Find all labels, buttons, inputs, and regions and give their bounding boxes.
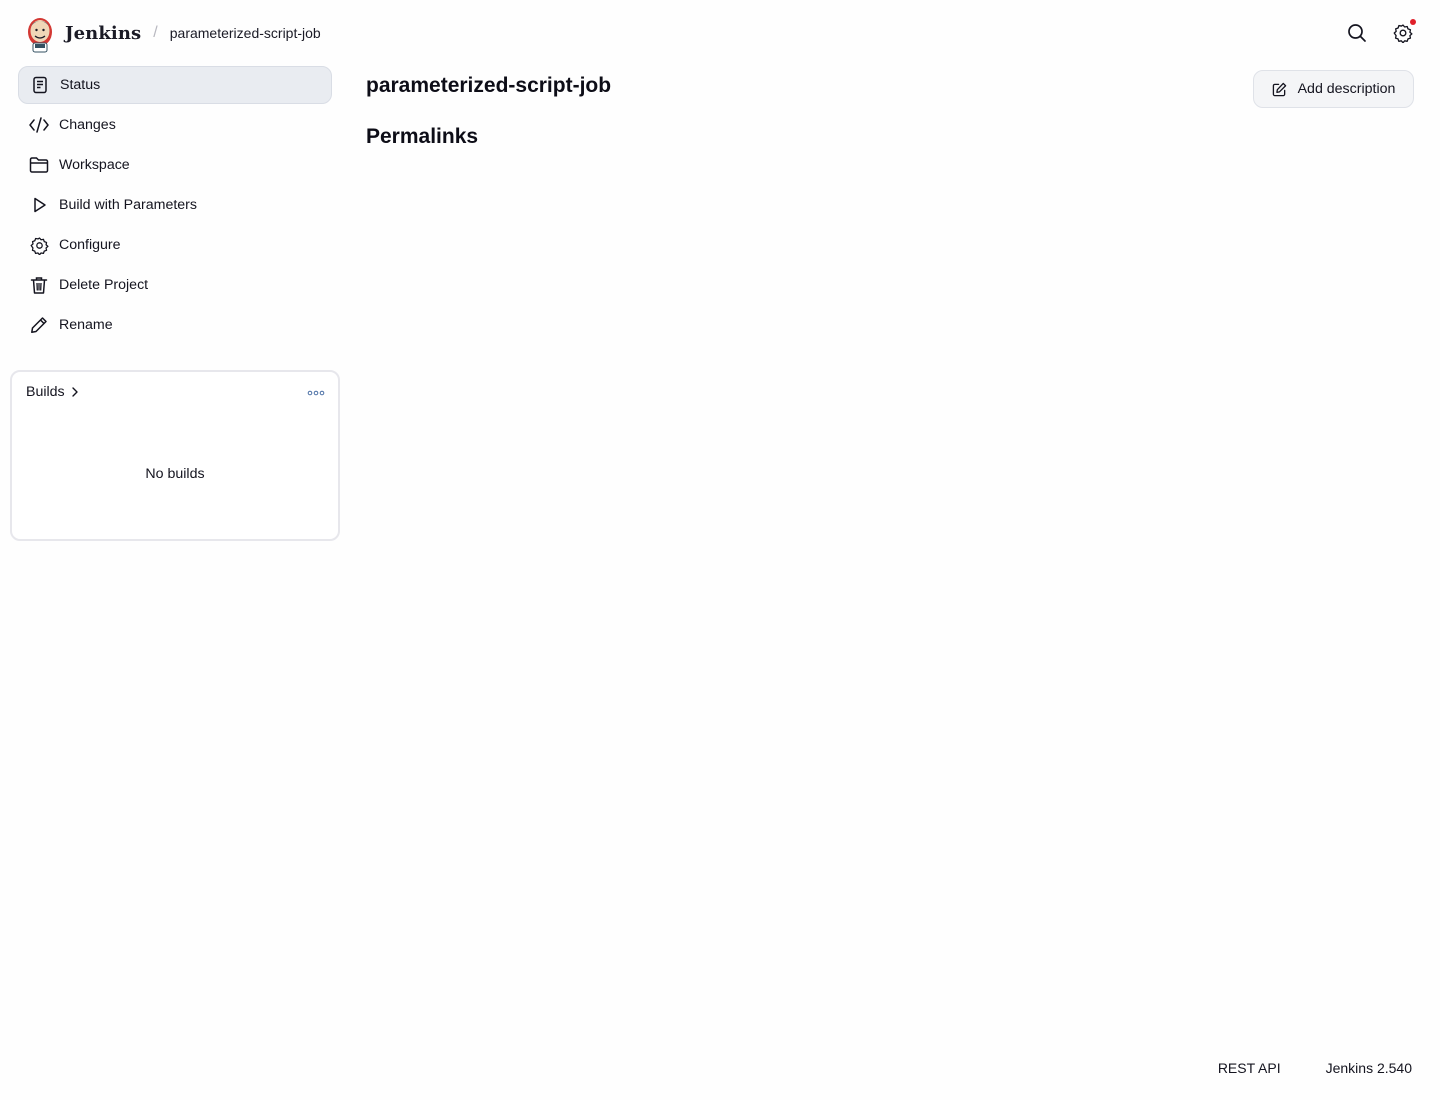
no-builds-message: No builds: [145, 466, 205, 482]
permalinks-heading: Permalinks: [366, 125, 479, 148]
edit-icon: [1272, 82, 1286, 96]
settings-gear-icon: [1393, 24, 1413, 43]
search-icon: [1348, 24, 1366, 42]
breadcrumb-job[interactable]: parameterized-script-job: [170, 25, 321, 41]
search-button[interactable]: [1344, 18, 1370, 48]
folder-icon: [29, 155, 49, 175]
sidebar-item-workspace[interactable]: Workspace: [18, 146, 332, 184]
code-brackets-icon: [29, 115, 49, 135]
builds-card: Builds No builds: [10, 370, 340, 541]
footer: REST API Jenkins 2.540: [1218, 1060, 1412, 1076]
sidebar-item-build-with-parameters[interactable]: Build with Parameters: [18, 186, 332, 224]
builds-more-button[interactable]: [306, 384, 326, 402]
sidebar-item-label: Configure: [59, 237, 121, 253]
add-description-label: Add description: [1297, 81, 1396, 97]
gear-icon: [29, 235, 49, 255]
sidebar: Status Changes Workspace Build with Para…: [18, 66, 332, 346]
header-actions: [1344, 18, 1416, 48]
sidebar-item-label: Delete Project: [59, 277, 149, 293]
play-icon: [29, 195, 49, 215]
sidebar-item-label: Changes: [59, 117, 116, 133]
notification-dot: [1410, 19, 1416, 25]
sidebar-item-delete-project[interactable]: Delete Project: [18, 266, 332, 304]
sidebar-item-changes[interactable]: Changes: [18, 106, 332, 144]
breadcrumb-separator: /: [153, 24, 158, 41]
builds-link[interactable]: Builds: [26, 384, 79, 400]
trash-icon: [29, 275, 49, 295]
sidebar-item-status[interactable]: Status: [18, 66, 332, 104]
sidebar-item-label: Status: [60, 77, 101, 93]
page-title: parameterized-script-job: [366, 74, 612, 97]
jenkins-logo-icon[interactable]: [24, 13, 56, 53]
version-link[interactable]: Jenkins 2.540: [1326, 1060, 1412, 1076]
sidebar-item-label: Workspace: [59, 157, 130, 173]
top-header: Jenkins / parameterized-script-job: [0, 0, 1440, 66]
more-dots-icon: [307, 390, 325, 396]
rest-api-link[interactable]: REST API: [1218, 1060, 1281, 1076]
builds-title: Builds: [26, 384, 65, 400]
sidebar-item-configure[interactable]: Configure: [18, 226, 332, 264]
add-description-button[interactable]: Add description: [1253, 70, 1414, 108]
brand: Jenkins / parameterized-script-job: [24, 12, 321, 54]
chevron-right-icon: [71, 387, 78, 397]
sidebar-item-label: Build with Parameters: [59, 197, 197, 213]
status-document-icon: [30, 75, 50, 95]
manage-jenkins-button[interactable]: [1390, 18, 1416, 48]
pencil-icon: [29, 315, 49, 335]
sidebar-item-label: Rename: [59, 317, 113, 333]
sidebar-item-rename[interactable]: Rename: [18, 306, 332, 344]
brand-name[interactable]: Jenkins: [65, 23, 141, 44]
